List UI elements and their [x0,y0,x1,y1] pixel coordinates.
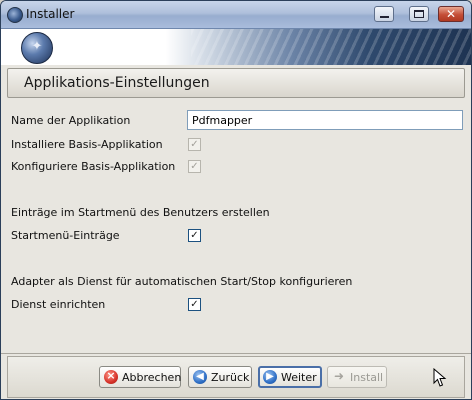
cancel-button-label: Abbrechen [122,371,182,384]
footer-divider [1,353,471,354]
install-base-label: Installiere Basis-Applikation [11,138,163,151]
back-button[interactable]: ◀ Zurück [188,366,252,388]
configure-base-checkbox: ✓ [188,160,201,173]
installer-banner: ✦ [1,29,471,65]
startmenu-section-title: Einträge im Startmenü des Benutzers erst… [11,206,270,219]
arrow-right-icon: ▶ [263,370,277,384]
window-title: Installer [26,7,75,21]
service-label: Dienst einrichten [11,298,106,311]
cancel-button[interactable]: × Abbrechen [99,366,181,388]
install-button: ➜ Install [327,366,387,388]
app-name-input[interactable] [187,110,463,130]
mouse-cursor-icon [433,368,447,387]
next-button-label: Weiter [281,371,317,384]
cancel-icon: × [104,369,118,384]
service-section-title: Adapter als Dienst für automatischen Sta… [11,275,353,288]
title-bar[interactable]: Installer ✕ [1,1,471,29]
install-icon: ➜ [333,369,345,383]
maximize-icon [414,10,424,18]
button-bar: × Abbrechen ◀ Zurück ▶ Weiter ➜ Install [7,356,465,398]
banner-artwork [191,29,471,65]
configure-base-label: Konfiguriere Basis-Applikation [11,160,176,173]
arrow-left-icon: ◀ [193,370,207,384]
close-button[interactable]: ✕ [438,6,464,22]
maximize-button[interactable] [409,6,429,22]
back-button-label: Zurück [211,371,250,384]
minimize-icon [380,16,389,18]
installer-window: Installer ✕ ✦ Applikations-Einstellungen… [0,0,472,400]
install-button-label: Install [350,371,384,384]
install-base-checkbox: ✓ [188,138,201,151]
startmenu-label: Startmenü-Einträge [11,229,120,242]
next-button[interactable]: ▶ Weiter [258,366,322,388]
page-header: Applikations-Einstellungen [7,68,465,98]
app-name-label: Name der Applikation [11,114,131,127]
minimize-button[interactable] [374,6,394,22]
page-title: Applikations-Einstellungen [24,75,210,91]
service-checkbox[interactable]: ✓ [188,298,201,311]
banner-logo-icon: ✦ [21,32,53,64]
close-icon: ✕ [445,7,457,21]
app-logo-icon [7,7,23,23]
startmenu-checkbox[interactable]: ✓ [188,229,201,242]
